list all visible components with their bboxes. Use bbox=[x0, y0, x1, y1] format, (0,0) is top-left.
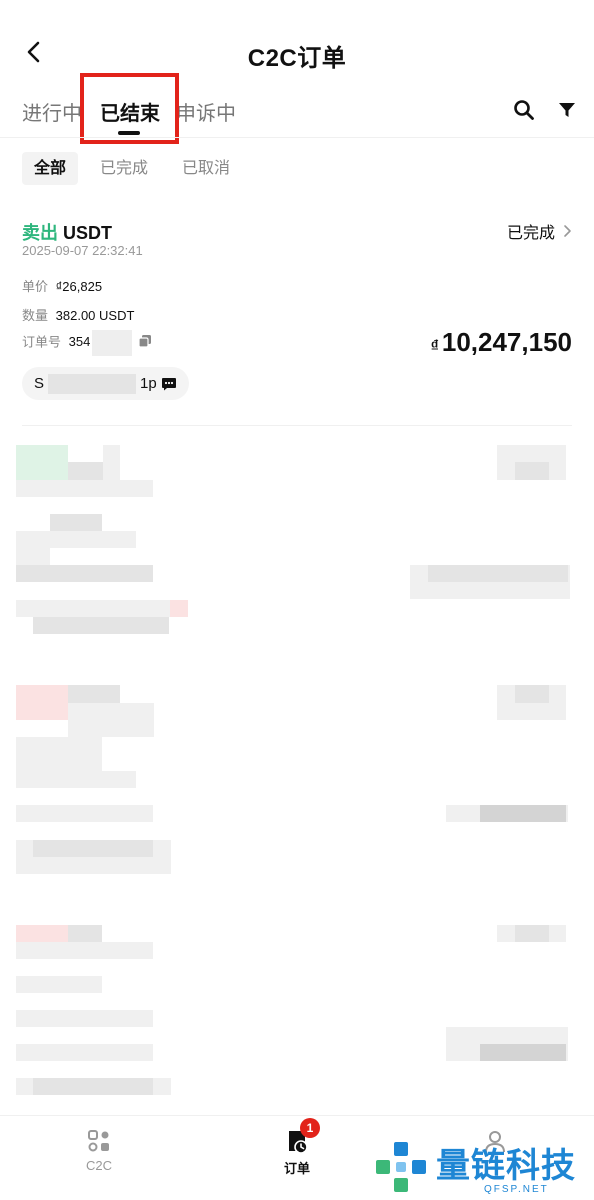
merchant-prefix: S bbox=[34, 375, 45, 392]
order-time: 2025-09-07 22:32:41 bbox=[22, 243, 143, 258]
copy-button[interactable] bbox=[138, 334, 152, 353]
redacted-block bbox=[410, 582, 570, 599]
redacted-block bbox=[50, 514, 102, 531]
redacted-block bbox=[16, 685, 68, 720]
amount-currency: ₫ bbox=[430, 338, 439, 355]
order-asset: USDT bbox=[63, 223, 113, 243]
chevron-right-icon bbox=[564, 225, 571, 237]
tabs-divider bbox=[0, 137, 594, 138]
redacted-block bbox=[16, 445, 68, 480]
redacted-block bbox=[16, 737, 102, 771]
orders-icon: 1 bbox=[284, 1118, 320, 1154]
redacted-block bbox=[170, 600, 188, 617]
filter-cancelled[interactable]: 已取消 bbox=[170, 152, 242, 185]
price-value: ₫26,825 bbox=[55, 279, 103, 294]
order-separator bbox=[22, 425, 572, 426]
c2c-icon bbox=[86, 1128, 112, 1154]
redacted-block bbox=[515, 925, 549, 942]
redacted-block bbox=[68, 462, 103, 480]
bottom-tab-c2c[interactable]: C2C bbox=[59, 1128, 139, 1173]
filter-completed[interactable]: 已完成 bbox=[88, 152, 160, 185]
tab-in-progress[interactable]: 进行中 bbox=[22, 97, 82, 126]
price-label: 单价 bbox=[22, 279, 49, 294]
bottom-tab-orders[interactable]: 1 订单 bbox=[257, 1118, 337, 1177]
redacted-block bbox=[16, 1044, 153, 1061]
merchant-chip[interactable]: S 1p bbox=[22, 367, 189, 400]
redacted-block bbox=[16, 771, 136, 788]
redacted-block bbox=[16, 925, 68, 942]
order-status[interactable]: 已完成 bbox=[507, 219, 572, 243]
watermark-logo: 量链科技 QFSP.NET bbox=[372, 1138, 594, 1198]
redacted-block bbox=[16, 531, 136, 548]
orderno-value: 354 bbox=[68, 334, 91, 350]
tab-appeal[interactable]: 申诉中 bbox=[176, 97, 236, 126]
filter-chips: 全部 已完成 已取消 bbox=[22, 152, 242, 185]
redacted-block bbox=[16, 565, 153, 582]
chat-icon bbox=[161, 377, 176, 390]
redacted-block bbox=[68, 703, 154, 737]
watermark-text: 量链科技 bbox=[436, 1147, 576, 1185]
filter-button[interactable] bbox=[554, 97, 580, 123]
order-number-row: 订单号 354 bbox=[22, 330, 133, 356]
redacted-block bbox=[16, 942, 153, 959]
redacted-block bbox=[515, 685, 549, 703]
bottom-tab-orders-label: 订单 bbox=[283, 1161, 310, 1176]
copy-icon bbox=[138, 335, 151, 348]
order-count-badge: 1 bbox=[300, 1118, 320, 1138]
merchant-suffix: 1p bbox=[140, 375, 157, 392]
redacted-block bbox=[480, 1044, 566, 1061]
highlight-annotation bbox=[80, 73, 179, 144]
redacted-block bbox=[33, 1078, 153, 1095]
order-price-row: 单价 ₫26,825 bbox=[22, 276, 102, 295]
redacted-block bbox=[103, 445, 120, 480]
qty-label: 数量 bbox=[22, 308, 49, 323]
order-side-label: 卖出 bbox=[22, 223, 58, 243]
redacted-block bbox=[48, 373, 137, 394]
redacted-block bbox=[33, 840, 153, 857]
redacted-block bbox=[16, 1010, 153, 1027]
filter-all[interactable]: 全部 bbox=[22, 152, 79, 185]
redacted-block bbox=[16, 976, 102, 993]
order-side: 卖出 USDT bbox=[22, 219, 112, 245]
order-qty-row: 数量 382.00 USDT bbox=[22, 305, 134, 324]
redacted-block bbox=[16, 548, 50, 565]
order-status-label: 已完成 bbox=[506, 225, 555, 242]
watermark-subtext: QFSP.NET bbox=[484, 1184, 549, 1195]
qty-value: 382.00 USDT bbox=[55, 308, 135, 323]
redacted-block bbox=[515, 462, 549, 480]
page-title: C2C订单 bbox=[247, 45, 347, 72]
orderno-label: 订单号 bbox=[22, 334, 62, 350]
redacted-block bbox=[68, 685, 120, 703]
bottom-tab-c2c-label: C2C bbox=[85, 1158, 112, 1173]
watermark-logo-icon bbox=[376, 1142, 426, 1192]
redacted-block bbox=[68, 925, 102, 942]
order-amount: ₫ 10,247,150 bbox=[431, 327, 572, 358]
redacted-block bbox=[16, 805, 153, 822]
search-icon bbox=[514, 100, 534, 120]
redacted-block bbox=[33, 617, 169, 634]
redacted-block bbox=[16, 600, 188, 617]
amount-value: 10,247,150 bbox=[441, 327, 572, 357]
search-button[interactable] bbox=[511, 97, 537, 123]
redacted-block bbox=[480, 805, 566, 822]
redacted-block bbox=[16, 480, 153, 497]
filter-funnel-icon bbox=[559, 103, 575, 117]
redacted-block bbox=[92, 330, 133, 356]
redacted-block bbox=[428, 565, 568, 582]
